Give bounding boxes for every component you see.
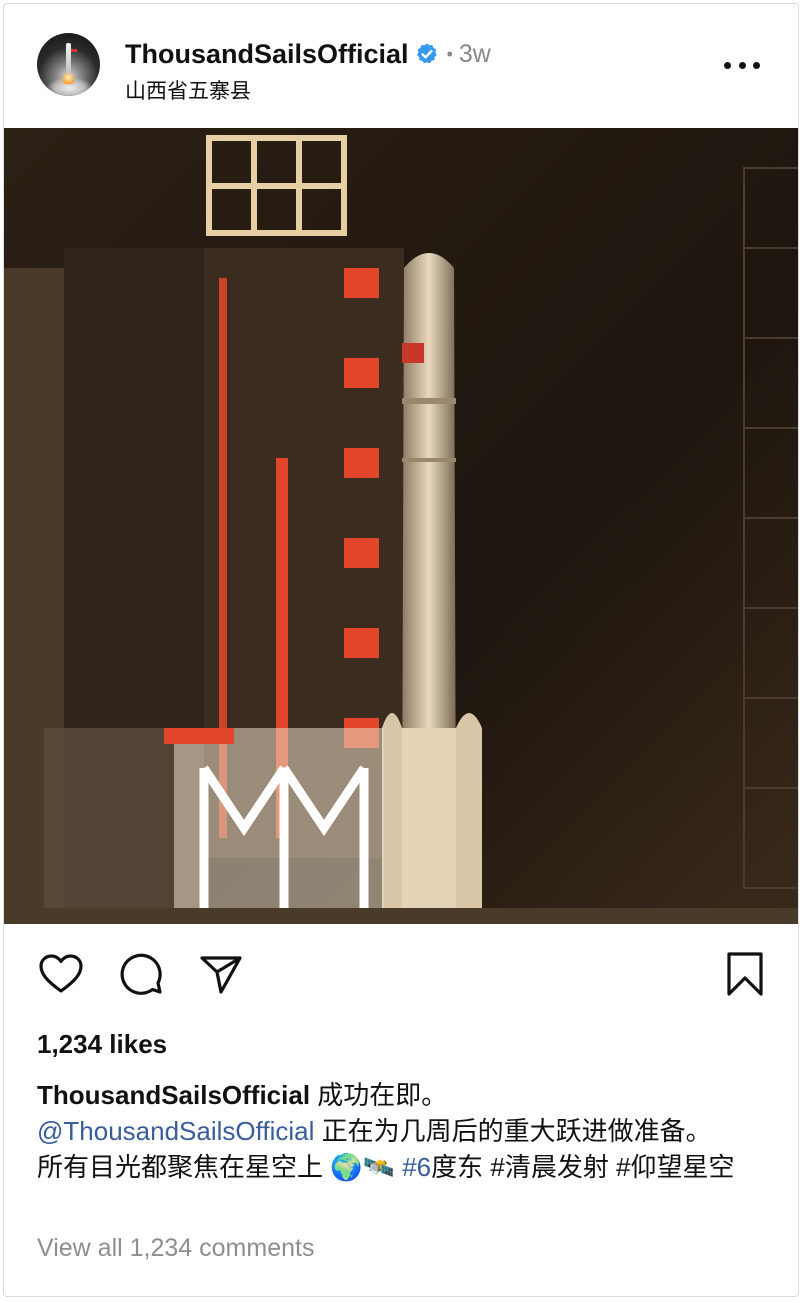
username[interactable]: ThousandSailsOfficial — [125, 39, 409, 70]
more-options-icon[interactable] — [724, 50, 760, 80]
view-comments-link[interactable]: View all 1,234 comments — [37, 1234, 314, 1263]
caption-text-2: 正在为几周后的重大跃进做准备。 — [314, 1116, 712, 1146]
bookmark-icon[interactable] — [721, 950, 769, 998]
send-icon[interactable] — [197, 950, 245, 998]
likes-count[interactable]: 1,234 likes — [37, 1029, 167, 1060]
heart-icon[interactable] — [37, 950, 85, 998]
post-header: ThousandSailsOfficial • 3w 山西省五寨县 — [4, 4, 798, 128]
caption-text-1: 成功在即。 — [310, 1080, 448, 1110]
hashtag-link[interactable]: #6 — [395, 1152, 431, 1182]
separator-dot: • — [446, 43, 453, 64]
post-location[interactable]: 山西省五寨县 — [125, 75, 251, 105]
caption-mention[interactable]: @ThousandSailsOfficial — [37, 1116, 314, 1146]
launch-pad-photo — [4, 128, 798, 924]
caption-hashtags: 度东 #清晨发射 #仰望星空 — [431, 1152, 735, 1182]
username-row: ThousandSailsOfficial • 3w — [125, 37, 491, 71]
caption: ThousandSailsOfficial 成功在即。 @ThousandSai… — [37, 1077, 767, 1185]
globe-emoji: 🌍 — [330, 1152, 363, 1182]
verified-badge-icon — [416, 43, 437, 64]
caption-text-3: 所有目光都聚焦在星空上 — [37, 1152, 331, 1182]
post-card: ThousandSailsOfficial • 3w 山西省五寨县 1,234 … — [3, 3, 799, 1297]
satellite-emoji: 🛰️ — [362, 1152, 395, 1182]
action-bar — [4, 950, 798, 1000]
caption-username[interactable]: ThousandSailsOfficial — [37, 1080, 310, 1110]
post-image[interactable] — [4, 128, 798, 924]
post-age: 3w — [458, 39, 491, 68]
comment-icon[interactable] — [117, 950, 165, 998]
avatar[interactable] — [37, 33, 100, 96]
